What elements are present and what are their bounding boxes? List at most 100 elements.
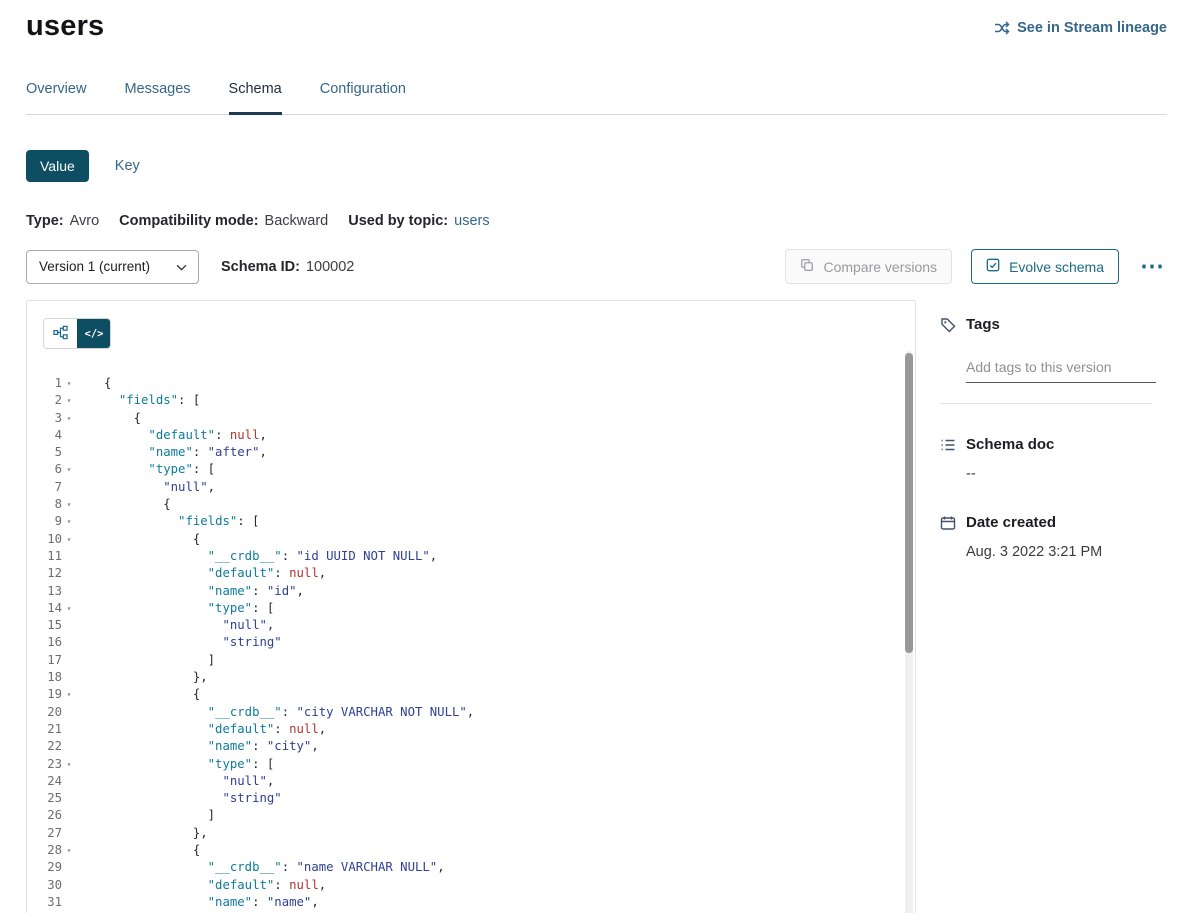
tab-messages[interactable]: Messages (124, 81, 190, 114)
code-text: }, (76, 669, 208, 686)
code-line: 5 "name": "after", (27, 444, 915, 461)
code-text: "type": [ (76, 461, 215, 478)
code-line: 26 ] (27, 807, 915, 824)
tab-schema[interactable]: Schema (229, 81, 282, 115)
code-view-icon: </> (85, 328, 104, 340)
schema-doc-heading: Schema doc (940, 436, 1166, 453)
code-line: 15 "null", (27, 617, 915, 634)
code-text: "name": "city", (76, 738, 319, 755)
line-number: 19 (27, 686, 62, 703)
code-text: { (76, 842, 200, 859)
type-value: Avro (70, 213, 100, 229)
evolve-schema-label: Evolve schema (1009, 259, 1104, 275)
compare-icon (800, 258, 814, 275)
fold-spacer (62, 652, 76, 669)
fold-toggle-icon[interactable]: ▾ (62, 461, 76, 478)
compatibility-value: Backward (265, 213, 329, 229)
editor-toolbar: </> (27, 301, 915, 349)
code-line: 24 "null", (27, 773, 915, 790)
tab-overview[interactable]: Overview (26, 81, 86, 114)
fold-spacer (62, 721, 76, 738)
line-number: 30 (27, 877, 62, 894)
schema-id: Schema ID: 100002 (221, 259, 354, 275)
code-text: { (76, 375, 111, 392)
line-number: 2 (27, 392, 62, 409)
code-text: "type": [ (76, 756, 274, 773)
fold-toggle-icon[interactable]: ▾ (62, 756, 76, 773)
code-text: "default": null, (76, 565, 326, 582)
code-text: "default": null, (76, 721, 326, 738)
tags-heading: Tags (940, 316, 1166, 333)
code-text: { (76, 410, 141, 427)
code-line: 29 "__crdb__": "name VARCHAR NULL", (27, 859, 915, 876)
fold-toggle-icon[interactable]: ▾ (62, 513, 76, 530)
code-text: "__crdb__": "id UUID NOT NULL", (76, 548, 437, 565)
code-text: "string" (76, 790, 282, 807)
code-line: 2▾ "fields": [ (27, 392, 915, 409)
fold-toggle-icon[interactable]: ▾ (62, 600, 76, 617)
version-select[interactable]: Version 1 (current) (26, 250, 199, 284)
type-label: Type: (26, 213, 64, 229)
line-number: 28 (27, 842, 62, 859)
line-number: 27 (27, 825, 62, 842)
code-line: 25 "string" (27, 790, 915, 807)
fold-toggle-icon[interactable]: ▾ (62, 531, 76, 548)
schema-doc-value: -- (966, 466, 1166, 482)
fold-spacer (62, 617, 76, 634)
code-line: 3▾ { (27, 410, 915, 427)
editor-mode-toggle: </> (43, 318, 111, 349)
calendar-icon (940, 515, 956, 531)
code-text: ] (76, 807, 215, 824)
stream-lineage-link[interactable]: See in Stream lineage (994, 20, 1167, 36)
fold-toggle-icon[interactable]: ▾ (62, 392, 76, 409)
fold-toggle-icon[interactable]: ▾ (62, 842, 76, 859)
fold-toggle-icon[interactable]: ▾ (62, 686, 76, 703)
topic-label: Used by topic: (348, 213, 448, 229)
code-line: 11 "__crdb__": "id UUID NOT NULL", (27, 548, 915, 565)
code-line: 19▾ { (27, 686, 915, 703)
line-number: 14 (27, 600, 62, 617)
code-text: "name": "id", (76, 583, 304, 600)
add-tags-input[interactable] (966, 357, 1156, 383)
meta-type: Type: Avro (26, 213, 99, 229)
compare-versions-label: Compare versions (823, 259, 937, 275)
line-number: 7 (27, 479, 62, 496)
key-toggle-link[interactable]: Key (115, 158, 140, 174)
version-select-value: Version 1 (current) (39, 259, 150, 274)
line-number: 31 (27, 894, 62, 911)
line-number: 22 (27, 738, 62, 755)
line-number: 17 (27, 652, 62, 669)
tree-view-icon (53, 325, 68, 343)
schema-id-value: 100002 (306, 259, 354, 275)
code-text: "__crdb__": "name VARCHAR NULL", (76, 859, 445, 876)
tab-configuration[interactable]: Configuration (320, 81, 406, 114)
line-number: 8 (27, 496, 62, 513)
date-created-value: Aug. 3 2022 3:21 PM (966, 544, 1166, 560)
code-line: 13 "name": "id", (27, 583, 915, 600)
fold-toggle-icon[interactable]: ▾ (62, 496, 76, 513)
line-number: 32 (27, 911, 62, 913)
fold-spacer (62, 669, 76, 686)
fold-toggle-icon[interactable]: ▾ (62, 410, 76, 427)
compatibility-label: Compatibility mode: (119, 213, 258, 229)
evolve-schema-button[interactable]: Evolve schema (971, 249, 1119, 284)
value-toggle-button[interactable]: Value (26, 150, 89, 182)
tree-view-button[interactable] (44, 319, 77, 348)
chevron-down-icon (176, 259, 187, 274)
date-created-heading: Date created (940, 514, 1166, 531)
schema-editor-panel: </> 1▾{2▾ "fields": [3▾ {4 "default": nu… (26, 300, 916, 913)
editor-scrollbar-thumb[interactable] (905, 353, 913, 653)
fold-toggle-icon[interactable]: ▾ (62, 911, 76, 913)
line-number: 4 (27, 427, 62, 444)
code-view-button[interactable]: </> (77, 319, 110, 348)
schema-doc-heading-label: Schema doc (966, 436, 1054, 453)
code-editor[interactable]: 1▾{2▾ "fields": [3▾ {4 "default": null,5… (27, 375, 915, 913)
compare-versions-button[interactable]: Compare versions (785, 249, 952, 284)
editor-scrollbar[interactable] (905, 351, 913, 913)
code-text: "name": "name", (76, 894, 319, 911)
more-options-button[interactable]: ⋯ (1138, 262, 1167, 272)
topic-link[interactable]: users (454, 213, 489, 229)
fold-toggle-icon[interactable]: ▾ (62, 375, 76, 392)
code-line: 8▾ { (27, 496, 915, 513)
code-text: "name": "after", (76, 444, 267, 461)
